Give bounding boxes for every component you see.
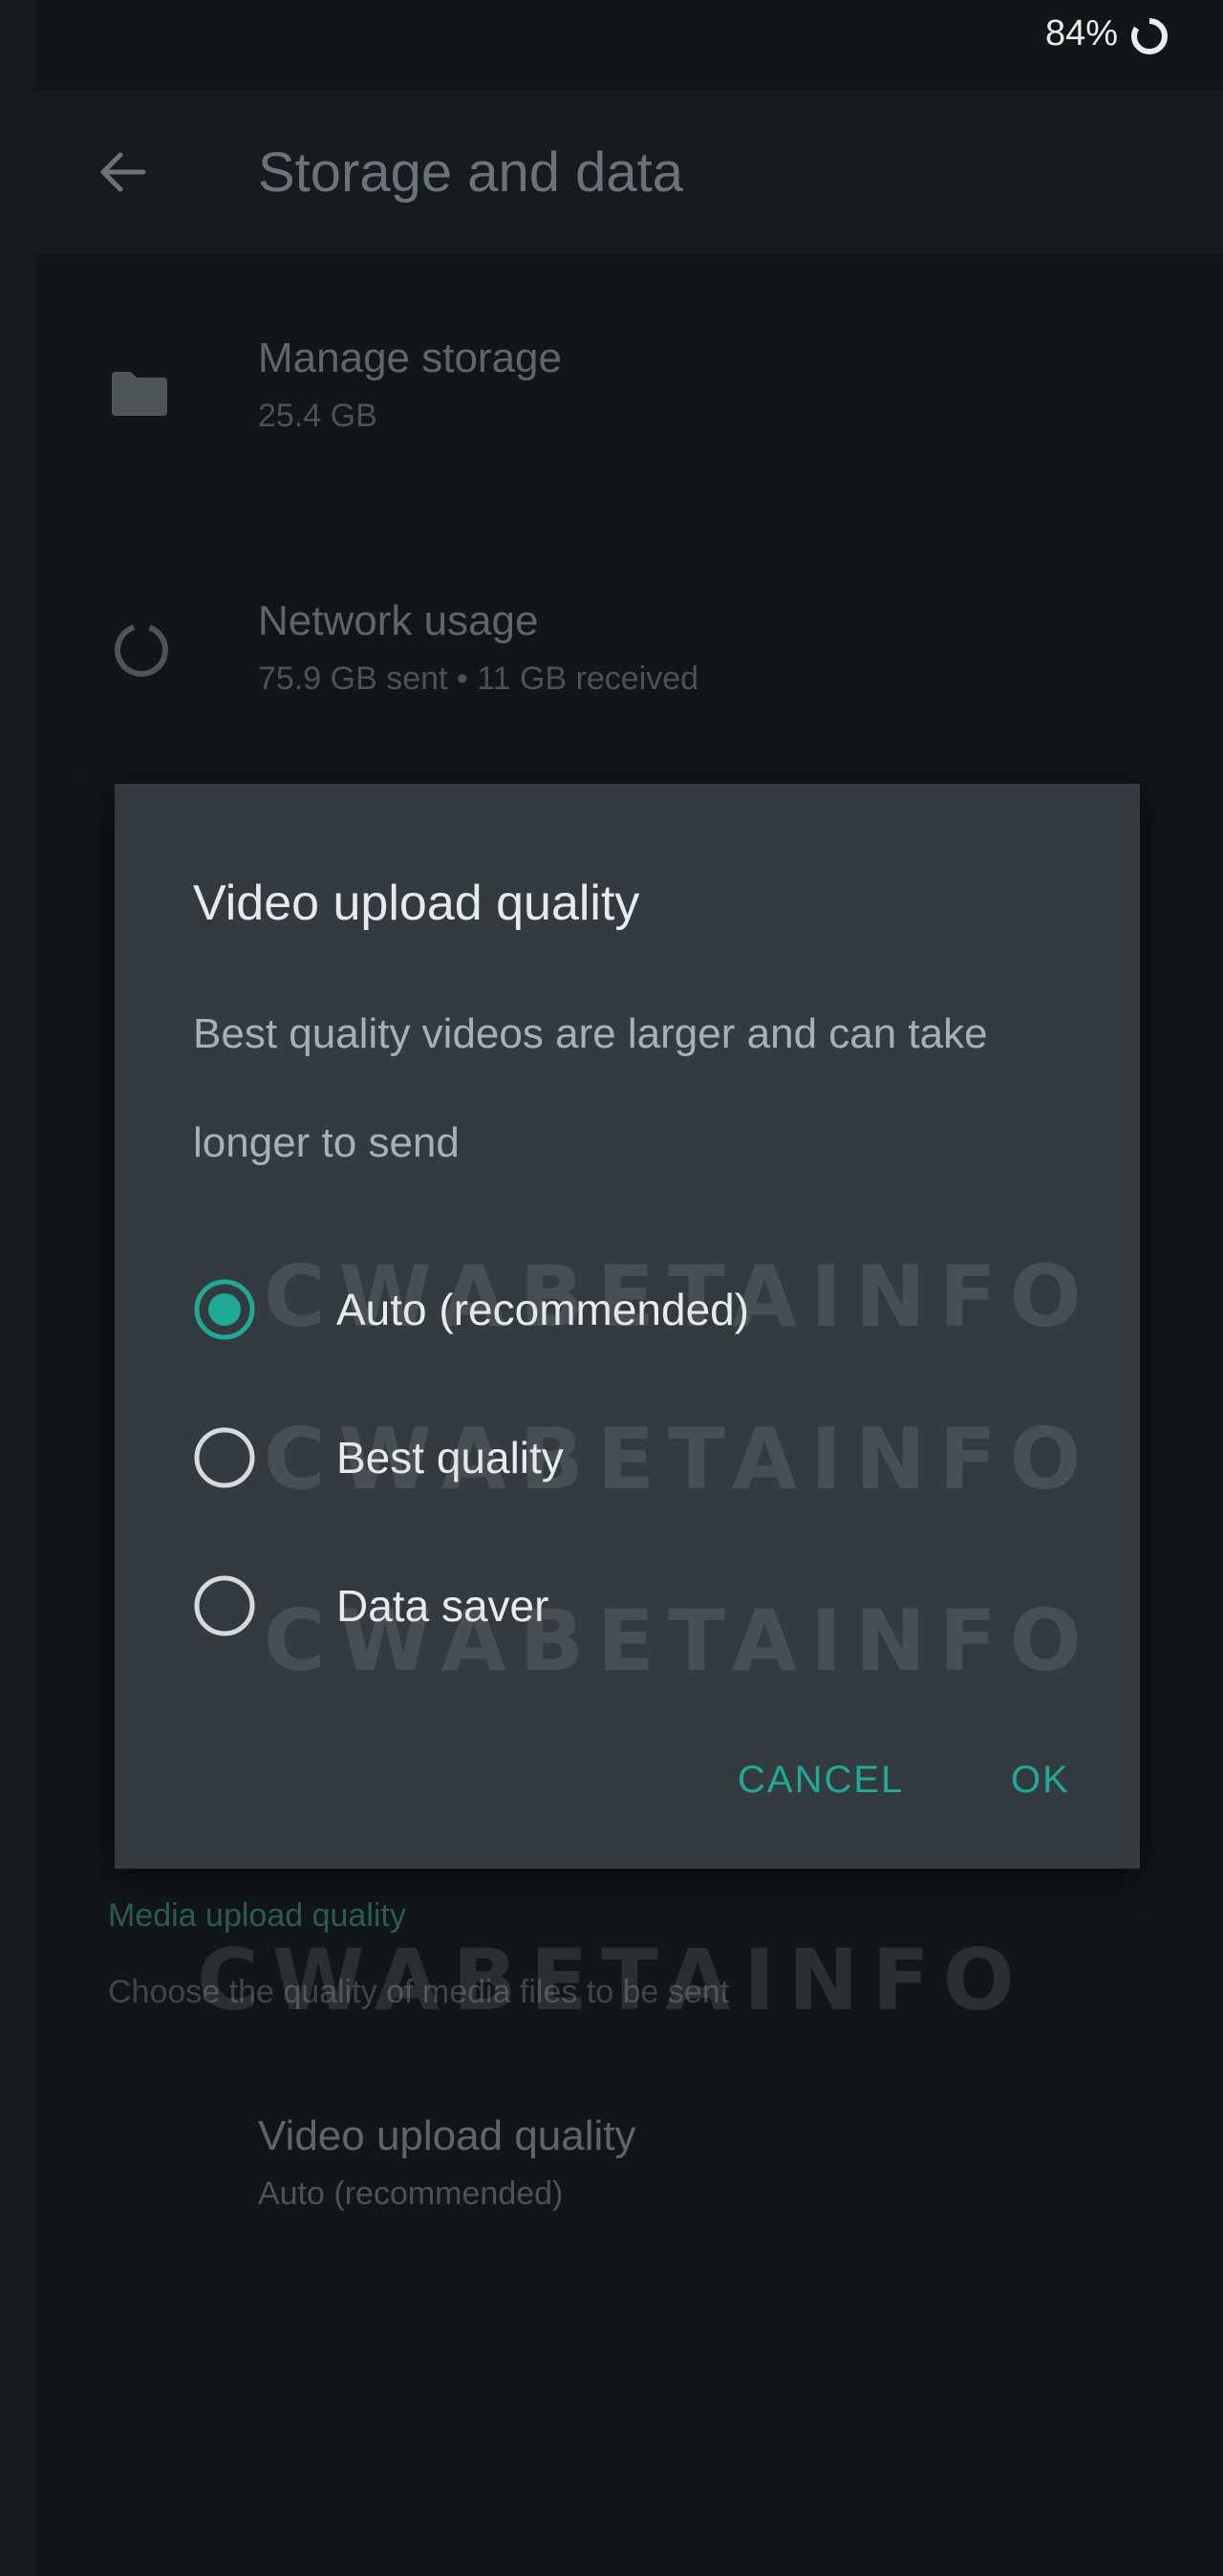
radio-unselected-icon[interactable] — [193, 1574, 256, 1637]
manage-storage-title: Manage storage — [258, 335, 562, 381]
radio-unselected-icon[interactable] — [193, 1426, 256, 1489]
data-usage-icon — [108, 617, 175, 688]
radio-selected-icon[interactable] — [193, 1278, 256, 1341]
dialog-title: Video upload quality — [193, 876, 640, 931]
manage-storage-subtitle: 25.4 GB — [258, 398, 377, 434]
option-data-saver[interactable]: Data saver — [193, 1563, 1053, 1649]
video-upload-quality-item[interactable]: Video upload quality Auto (recommended) — [36, 2103, 1223, 2256]
option-label: Auto (recommended) — [336, 1285, 750, 1334]
folder-icon — [108, 368, 171, 424]
option-auto-recommended[interactable]: Auto (recommended) — [193, 1266, 1053, 1353]
device-bezel — [0, 0, 36, 2576]
page-title: Storage and data — [258, 141, 684, 204]
network-usage-item[interactable]: Network usage 75.9 GB sent • 11 GB recei… — [36, 588, 1223, 741]
ok-button[interactable]: OK — [1011, 1759, 1070, 1802]
option-best-quality[interactable]: Best quality — [193, 1415, 1053, 1501]
option-label: Best quality — [336, 1433, 564, 1483]
phone-screen: 84% Storage and data Manage storage 25.4… — [36, 0, 1223, 2576]
manage-storage-item[interactable]: Manage storage 25.4 GB — [36, 325, 1223, 478]
video-quality-dialog: Video upload quality Best quality videos… — [115, 784, 1140, 1869]
option-label: Data saver — [336, 1581, 549, 1631]
video-upload-quality-title: Video upload quality — [258, 2112, 636, 2159]
network-usage-subtitle: 75.9 GB sent • 11 GB received — [258, 660, 699, 697]
battery-icon — [1128, 15, 1170, 62]
status-bar: 84% — [36, 0, 1223, 76]
video-upload-quality-subtitle: Auto (recommended) — [258, 2176, 564, 2212]
media-section-header: Media upload quality — [108, 1897, 406, 1934]
app-bar: Storage and data — [36, 91, 1223, 253]
dialog-description: Best quality videos are larger and can t… — [193, 1010, 988, 1166]
cancel-button[interactable]: CANCEL — [738, 1759, 904, 1802]
media-section-subheader: Choose the quality of media files to be … — [108, 1974, 730, 2010]
battery-percentage: 84% — [1044, 13, 1118, 54]
arrow-back-icon[interactable] — [94, 143, 151, 201]
network-usage-title: Network usage — [258, 597, 539, 644]
